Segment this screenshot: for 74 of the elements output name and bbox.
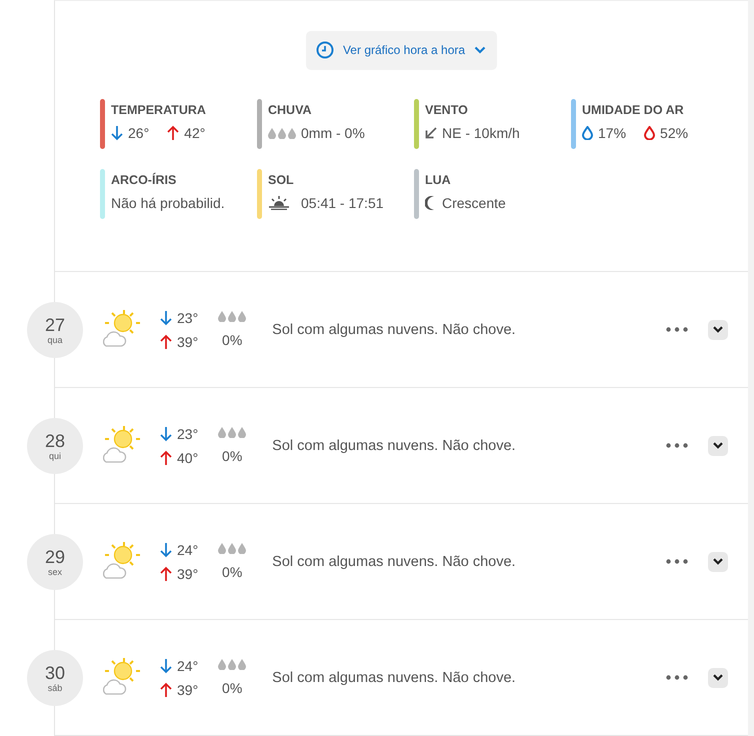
rain-chance: 0% [222,680,242,696]
max-temperature: 40° [177,450,198,466]
more-icon [666,559,688,564]
wind-value: NE - 10km/h [442,125,520,141]
chevron-down-icon [713,558,724,565]
clock-icon [316,41,334,59]
expand-button[interactable] [708,668,728,688]
stat-value: Não há probabilid. [111,195,225,211]
arrow-down-icon [160,310,172,326]
raindrops-icon [218,311,246,322]
raindrops-icon [218,659,246,670]
expand-button[interactable] [708,552,728,572]
rain-value: 0mm - 0% [301,125,365,141]
more-icon [666,443,688,448]
sun-times: 05:41 - 17:51 [301,195,384,211]
stat-title: CHUVA [268,103,313,117]
chevron-down-icon [474,46,486,54]
day-number: 30 [44,663,66,683]
stat-title: VENTO [425,103,469,117]
arrow-up-icon [160,566,172,582]
weekday: qui [48,451,61,461]
stat-title: SOL [268,173,295,187]
drop-icon [644,126,656,140]
raindrops-icon [268,128,296,138]
max-humidity: 52% [660,125,688,141]
weather-summary: Sol com algumas nuvens. Não chove. [272,322,517,338]
arrow-down-icon [111,125,123,141]
weekday: sex [48,567,62,577]
arrow-up-icon [160,450,172,466]
moon-phase: Crescente [442,195,506,211]
chevron-down-icon [713,674,724,681]
arrow-down-icon [160,658,172,674]
weather-summary: Sol com algumas nuvens. Não chove. [272,554,517,570]
drop-icon [582,126,593,140]
arrow-down-icon [160,542,172,558]
stat-title: TEMPERATURA [111,103,206,117]
rain-chance: 0% [222,448,242,464]
max-temperature: 39° [177,682,198,698]
max-temperature: 39° [177,566,198,582]
expand-button[interactable] [708,320,728,340]
arrow-up-icon [160,682,172,698]
stat-title: UMIDADE DO AR [582,103,685,117]
sunrise-icon [268,196,290,210]
min-humidity: 17% [598,125,626,141]
chevron-down-icon [713,442,724,449]
arrow-down-icon [160,426,172,442]
max-temperature: 39° [177,334,198,350]
expand-button[interactable] [708,436,728,456]
stat-title: LUA [425,173,452,187]
weather-summary: Sol com algumas nuvens. Não chove. [272,438,517,454]
hourly-chart-button[interactable]: Ver gráfico hora a hora [306,31,498,70]
max-temperature: 42° [184,125,206,141]
weekday: qua [47,335,63,345]
more-icon [666,327,688,332]
chevron-down-icon [713,326,724,333]
rain-chance: 0% [222,564,242,580]
day-number: 27 [44,315,66,335]
wind-direction-icon [425,127,437,139]
raindrops-icon [218,427,246,438]
min-temperature: 24° [177,542,198,558]
rain-chance: 0% [222,332,242,348]
more-icon [666,675,688,680]
min-temperature: 23° [177,310,198,326]
raindrops-icon [218,543,246,554]
day-number: 28 [44,431,66,451]
weekday: sáb [48,683,62,693]
stat-title: ARCO-ÍRIS [111,173,178,187]
min-temperature: 23° [177,426,198,442]
min-temperature: 26° [128,125,150,141]
arrow-up-icon [167,125,180,141]
arrow-up-icon [160,334,172,350]
weather-summary: Sol com algumas nuvens. Não chove. [272,670,517,686]
day-number: 29 [44,547,66,567]
min-temperature: 24° [177,658,198,674]
